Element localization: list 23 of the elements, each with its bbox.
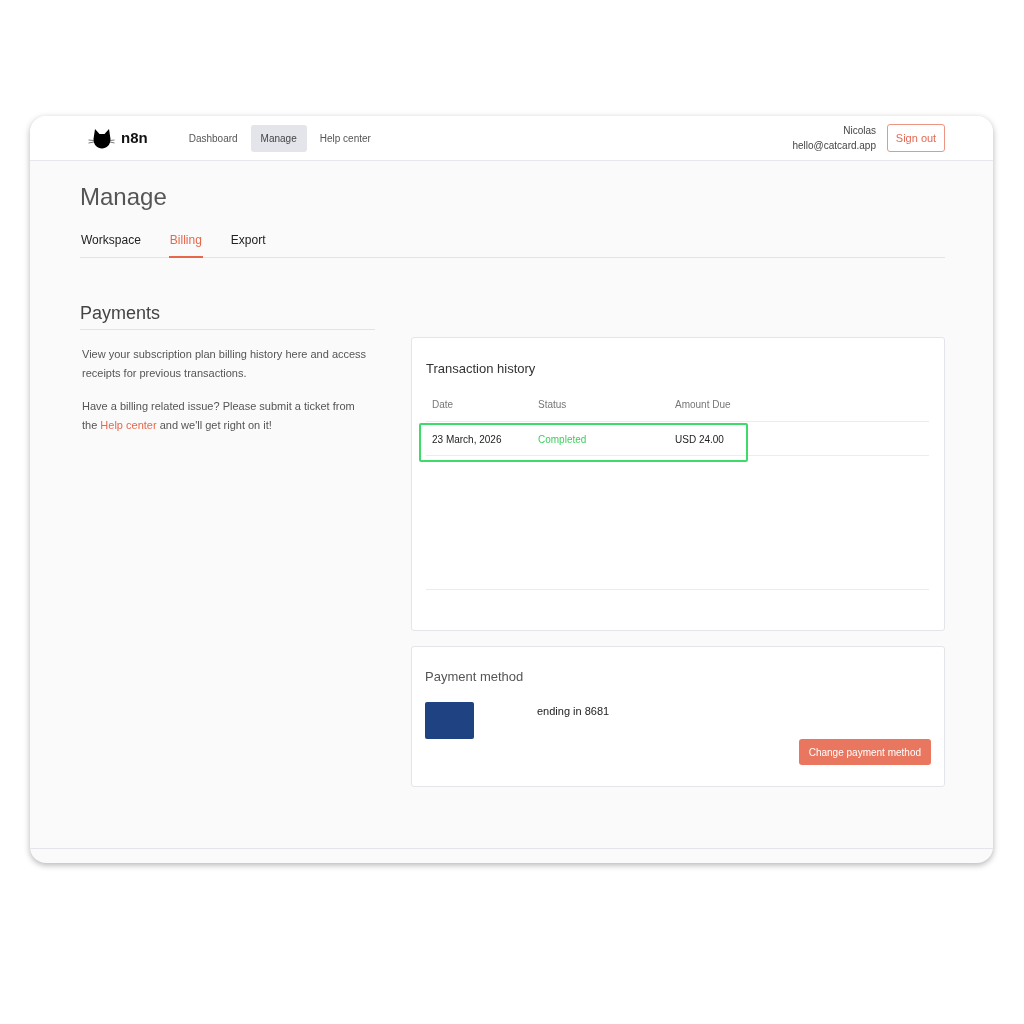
nav-link[interactable]: Dashboard <box>178 124 248 152</box>
description-paragraph: View your subscription plan billing history here and access receipts for previous transactions. <box>82 347 368 381</box>
status-text: Completed <box>538 433 587 447</box>
description-paragraph: Have a billing related issue? Please submit a ticket from the Help center and we'll get right on it! <box>82 399 356 433</box>
user-name: Nicolas <box>843 124 876 138</box>
cat-head-icon <box>88 127 115 149</box>
card-title: Transaction history <box>426 360 537 378</box>
column-header: Status <box>538 398 567 412</box>
tab[interactable]: Export <box>229 231 267 258</box>
table-cell: 23 March, 2026 <box>432 433 502 447</box>
column-header: Date <box>432 398 454 412</box>
card-title: Payment method <box>425 668 525 686</box>
card-image-placeholder <box>425 702 474 739</box>
table-cell: USD 24.00 <box>675 433 724 447</box>
tab[interactable]: Workspace <box>80 231 142 258</box>
page-title: Manage <box>80 182 168 212</box>
nav-link[interactable]: Manage <box>250 124 307 152</box>
user-email: hello@catcard.app <box>792 139 876 153</box>
section-title: Payments <box>80 301 375 330</box>
logo-text: n8n <box>121 127 148 148</box>
column-header: Amount Due <box>675 398 731 412</box>
nav-link[interactable]: Help center <box>309 124 381 152</box>
card-number-text: ending in 8681 <box>537 704 610 719</box>
